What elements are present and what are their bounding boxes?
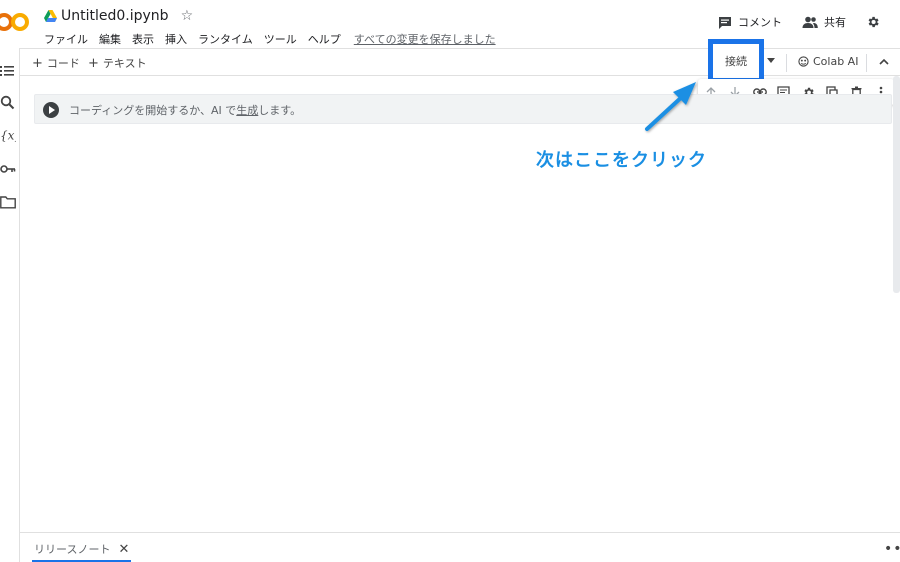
share-button[interactable]: 共有 <box>802 14 846 30</box>
release-notes-label: リリースノート <box>34 543 111 556</box>
toolbar-divider <box>786 54 787 72</box>
close-icon[interactable]: ✕ <box>118 542 129 557</box>
toc-icon[interactable] <box>0 63 16 79</box>
key-icon[interactable] <box>0 161 16 177</box>
share-label: 共有 <box>824 16 846 29</box>
add-code-label: コード <box>46 57 80 70</box>
save-status[interactable]: すべての変更を保存しました <box>354 31 496 47</box>
variables-icon[interactable]: {x} <box>0 127 16 143</box>
drive-icon <box>44 10 57 22</box>
more-horiz-icon[interactable]: ••• <box>884 541 900 557</box>
header-actions: コメント 共有 <box>698 14 886 30</box>
menu-runtime[interactable]: ランタイム <box>198 31 253 47</box>
notebook-toolbar: + コード + テキスト 接続 Colab AI <box>20 39 900 83</box>
star-icon[interactable]: ☆ <box>181 8 194 24</box>
sidebar: {x} <box>0 48 20 562</box>
title-row: Untitled0.ipynb ☆ <box>44 6 193 26</box>
comment-icon <box>719 16 731 29</box>
colab-ai-icon <box>798 56 809 67</box>
placeholder-suffix: します。 <box>258 104 302 117</box>
menubar: ファイル 編集 表示 挿入 ランタイム ツール ヘルプ すべての変更を保存しまし… <box>44 31 507 47</box>
plus-icon: + <box>88 55 99 71</box>
header: Untitled0.ipynb ☆ ファイル 編集 表示 挿入 ランタイム ツー… <box>0 0 900 48</box>
code-cell[interactable]: コーディングを開始するか、AI で生成します。 <box>34 94 892 124</box>
plus-icon: + <box>32 55 43 71</box>
folder-icon[interactable] <box>0 194 16 210</box>
bottom-panel: リリースノート ✕ ••• <box>20 532 900 562</box>
settings-button[interactable] <box>866 15 886 29</box>
connect-dropdown-icon[interactable] <box>767 58 775 63</box>
colab-logo[interactable] <box>0 12 30 32</box>
add-text-label: テキスト <box>102 57 147 70</box>
toolbar-divider <box>866 54 867 72</box>
connect-button[interactable]: 接続 <box>708 39 764 83</box>
chevron-up-icon[interactable] <box>879 57 889 67</box>
cell-placeholder: コーディングを開始するか、AI で生成します。 <box>69 102 301 118</box>
menu-tools[interactable]: ツール <box>264 31 297 47</box>
svg-text:{x}: {x} <box>0 129 16 143</box>
add-code-button[interactable]: + コード <box>32 55 80 71</box>
notebook-title[interactable]: Untitled0.ipynb <box>61 8 169 24</box>
comment-button[interactable]: コメント <box>718 14 782 30</box>
comment-label: コメント <box>738 16 782 29</box>
colab-ai-label: Colab AI <box>813 55 859 68</box>
search-icon[interactable] <box>0 95 16 111</box>
add-text-button[interactable]: + テキスト <box>88 55 147 71</box>
connect-label: 接続 <box>725 55 747 68</box>
placeholder-text: コーディングを開始するか、AI で <box>69 104 237 117</box>
scrollbar[interactable] <box>893 76 900 293</box>
run-cell-button[interactable] <box>43 102 59 118</box>
annotation-label: 次はここをクリック <box>536 150 707 171</box>
colab-ai-button[interactable]: Colab AI <box>798 55 858 68</box>
gear-icon <box>868 16 879 28</box>
generate-link[interactable]: 生成 <box>236 104 258 117</box>
menu-file[interactable]: ファイル <box>44 31 88 47</box>
release-notes-tab[interactable]: リリースノート ✕ <box>34 541 129 557</box>
menu-insert[interactable]: 挿入 <box>165 31 187 47</box>
menu-edit[interactable]: 編集 <box>99 31 121 47</box>
people-icon <box>802 16 818 28</box>
menu-view[interactable]: 表示 <box>132 31 154 47</box>
menu-help[interactable]: ヘルプ <box>308 31 341 47</box>
